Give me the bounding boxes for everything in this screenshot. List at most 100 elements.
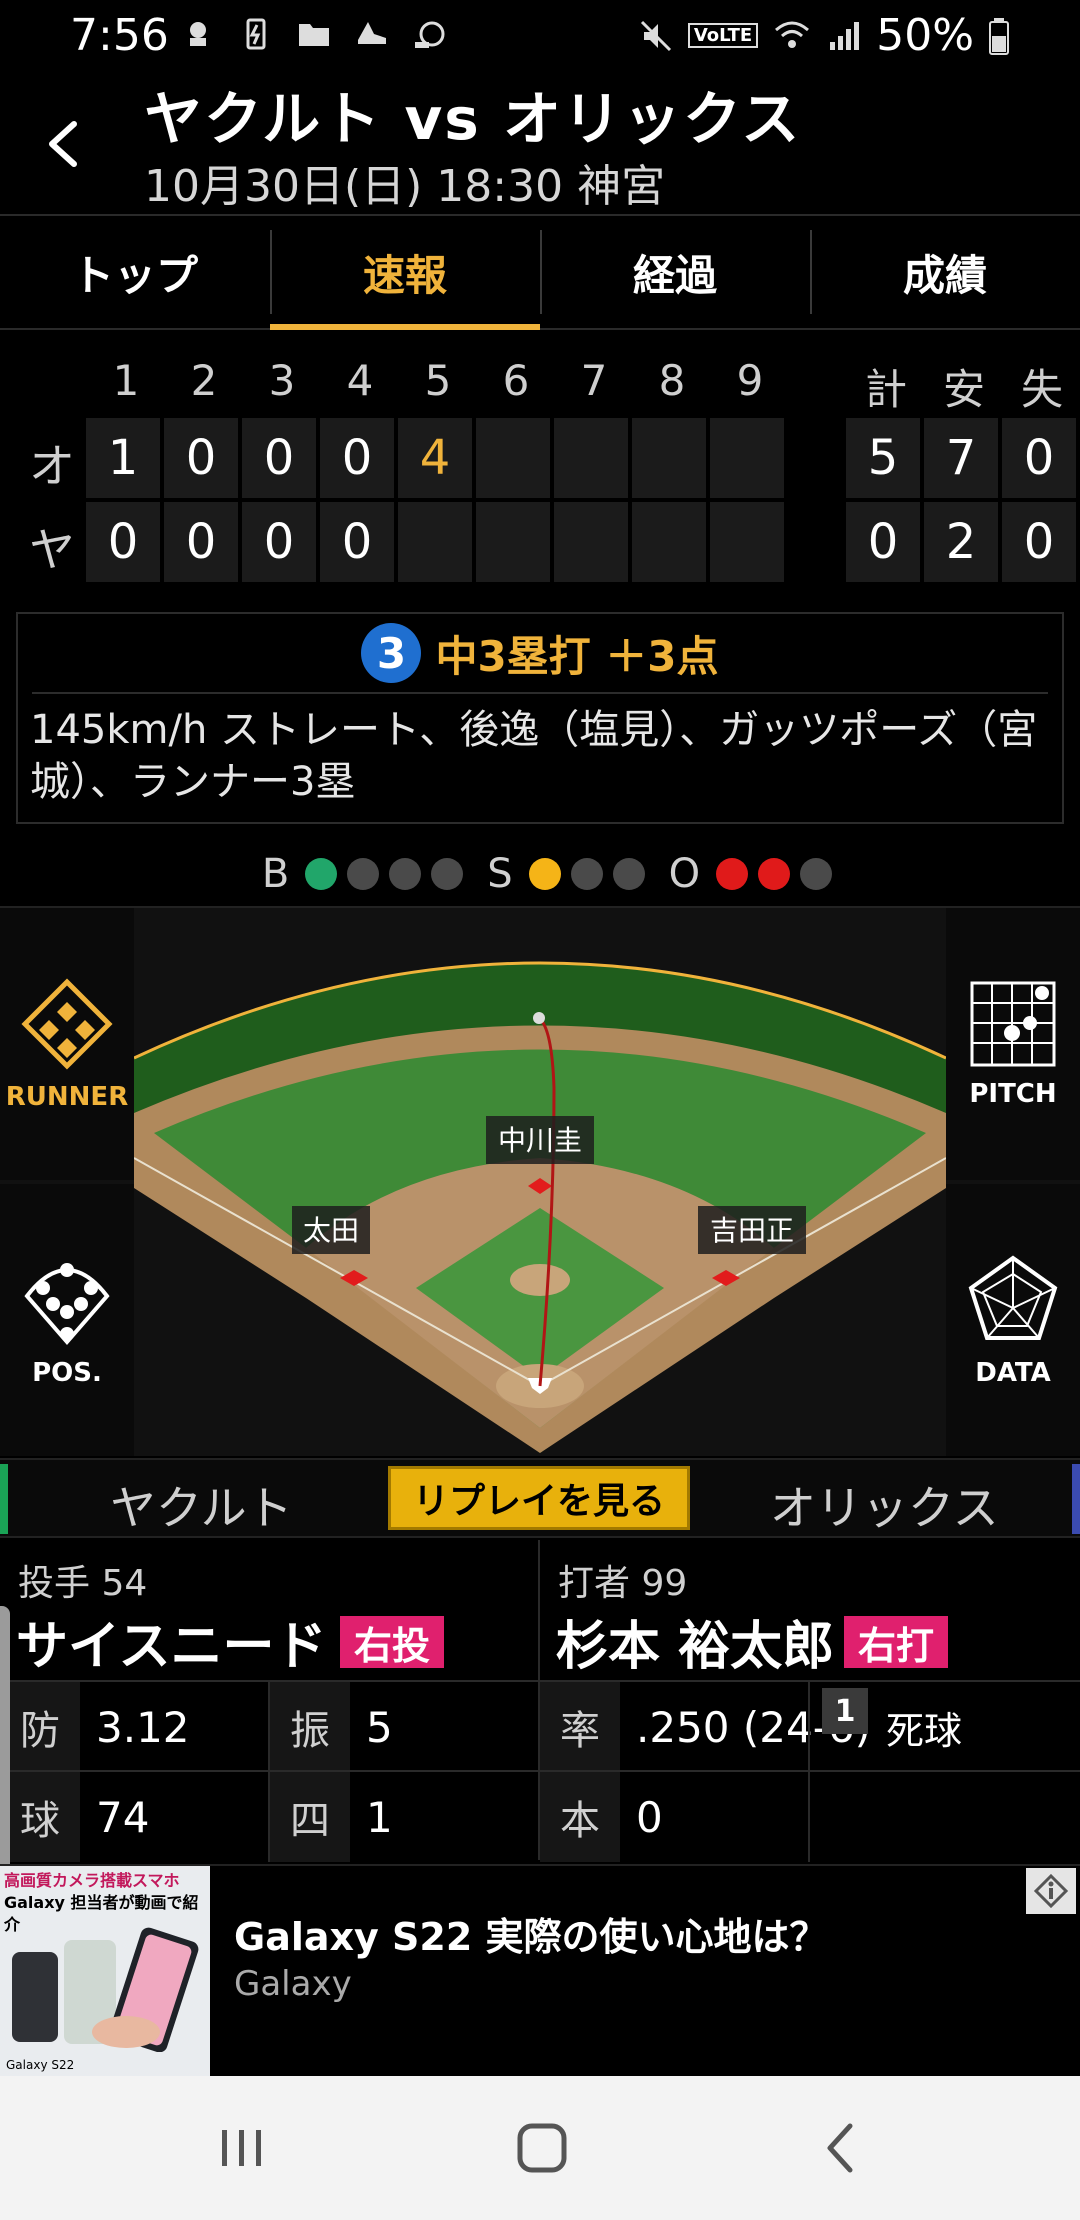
totals-header: 失: [1020, 365, 1063, 414]
stat-key: 防: [0, 1682, 80, 1772]
position-button[interactable]: POS.: [0, 1184, 134, 1456]
fielder-label-center: 中川圭: [486, 1116, 594, 1164]
hit-by-pitch-label: 死球: [886, 1708, 963, 1753]
batter-hand-badge: 右打: [844, 1616, 949, 1668]
pitch-button[interactable]: PITCH: [946, 908, 1080, 1180]
game-header: ヤクルト vs オリックス 10月30日(日) 18:30 神宮: [0, 72, 1080, 214]
wifi-icon: [775, 21, 810, 48]
tab-progress[interactable]: 経過: [540, 216, 810, 328]
away-team-name[interactable]: オリックス: [770, 1472, 999, 1538]
inning-score-cell: 0: [86, 502, 160, 582]
totals-header: 安: [942, 365, 985, 414]
stat-value: 5: [366, 1702, 393, 1752]
pos-label: POS.: [32, 1358, 102, 1388]
total-cell: 2: [924, 502, 998, 582]
inning-header: 3: [268, 356, 296, 405]
stat-key: 振: [270, 1682, 350, 1772]
pitcher-hand-badge: 右投: [340, 1616, 445, 1668]
ad-sponsor: Galaxy: [234, 1964, 352, 2004]
ad-choices-icon[interactable]: [1026, 1868, 1076, 1914]
mute-icon: [640, 20, 671, 51]
inning-header: 9: [736, 356, 764, 405]
signal-icon: [830, 21, 860, 50]
ad-image[interactable]: 高画質カメラ搭載スマホ Galaxy 担当者が動画で紹介 Galaxy S22: [0, 1866, 210, 2076]
strike-dot: [612, 858, 645, 890]
data-button[interactable]: DATA: [946, 1184, 1080, 1456]
batter-info[interactable]: 打者 99 杉本 裕太郎 右打: [540, 1540, 1080, 1680]
stat-value: 1: [366, 1792, 393, 1842]
inning-score-cell: [554, 418, 628, 498]
stat-key: 球: [0, 1772, 80, 1862]
inning-score-cell: [398, 502, 472, 582]
stat-value: 3.12: [96, 1702, 190, 1752]
battery-saver-icon: [246, 18, 266, 50]
tab-label: 速報: [362, 250, 447, 300]
total-cell: 7: [924, 418, 998, 498]
battery-percent: 50%: [876, 10, 974, 61]
back-arrow-icon[interactable]: [36, 114, 96, 174]
fielder-label-first: 吉田正: [698, 1206, 806, 1254]
matchup-panel: 投手 54 サイスニード 右投 打者 99 杉本 裕太郎 右打 防 3.12 振…: [0, 1540, 1080, 1862]
play-description: 145km/h ストレート、後逸（塩見）、ガッツポーズ（宮城）、ランナー3塁: [30, 707, 1038, 805]
stat-key: 四: [270, 1772, 350, 1862]
inning-score-cell: [476, 502, 550, 582]
fielder-name: 吉田正: [710, 1214, 794, 1247]
pitcher-info[interactable]: 投手 54 サイスニード 右投: [0, 1540, 540, 1680]
out-dot: [716, 858, 749, 890]
totals-header: 計: [864, 365, 907, 414]
home-team-name[interactable]: ヤクルト: [110, 1472, 293, 1538]
fielder-name: 中川圭: [498, 1124, 582, 1157]
out-dot: [800, 858, 833, 890]
runner-diamond-icon: [21, 978, 113, 1070]
tab-label: トップ: [71, 250, 198, 300]
runner-button[interactable]: RUNNER: [0, 908, 134, 1180]
tab-stats[interactable]: 成績: [810, 216, 1080, 328]
ad-title[interactable]: Galaxy S22 実際の使い心地は？: [234, 1906, 828, 1961]
home-icon[interactable]: [506, 2112, 578, 2184]
out-label: O: [668, 851, 701, 897]
inning-score-cell: 0: [242, 418, 316, 498]
recent-apps-icon[interactable]: [206, 2112, 278, 2184]
tab-top[interactable]: トップ: [0, 216, 270, 328]
team-bar: ヤクルト リプレイを見る オリックス: [0, 1458, 1080, 1538]
status-right: VoLTE 50%: [638, 10, 1010, 61]
ball-dot: [305, 858, 338, 890]
game-date-venue: 10月30日(日) 18:30 神宮: [144, 161, 666, 212]
pitchers-mound: [510, 1264, 570, 1296]
notification-icon: [190, 22, 206, 46]
stat-value: 74: [96, 1792, 150, 1842]
tab-live[interactable]: 速報: [270, 216, 540, 330]
inning-header: 6: [502, 356, 530, 405]
pitcher-name: サイスニード: [16, 1617, 327, 1677]
system-nav-bar: [0, 2076, 1080, 2220]
out-dots: [716, 858, 833, 890]
fielder-name: 太田: [303, 1214, 359, 1247]
total-cell: 0: [1002, 418, 1076, 498]
field-area: RUNNER POS. PITCH DATA 中川圭 太田 吉田正: [0, 906, 1080, 1456]
runner-label: RUNNER: [5, 1082, 129, 1112]
ball-label: B: [261, 851, 290, 897]
ball-dot: [347, 858, 380, 890]
pitch-label: PITCH: [969, 1079, 1057, 1109]
inning-header: 1: [112, 356, 140, 405]
team-abbreviation: オ: [29, 439, 75, 493]
replay-button[interactable]: リプレイを見る: [388, 1466, 690, 1530]
tab-label: 成績: [902, 250, 987, 300]
ball-dots: [305, 858, 464, 890]
phones-illustration: [12, 1927, 199, 2052]
inning-score-cell: 0: [320, 502, 394, 582]
inning-score-cell: [710, 502, 784, 582]
inning-score-cell: 4: [398, 418, 472, 498]
strike-dot: [528, 858, 561, 890]
radar-chart-icon: [968, 1255, 1058, 1340]
tab-label: 経過: [632, 250, 717, 300]
info-icon: [1033, 1873, 1069, 1909]
ad-banner[interactable]: 高画質カメラ搭載スマホ Galaxy 担当者が動画で紹介 Galaxy S22 …: [0, 1864, 1080, 2076]
stat-key: 本: [540, 1772, 620, 1862]
inning-score-cell: [476, 418, 550, 498]
latest-play: 3 中3塁打 ＋3点 145km/h ストレート、後逸（塩見）、ガッツポーズ（宮…: [16, 612, 1064, 824]
ball-dot: [431, 858, 464, 890]
total-cell: 0: [1002, 502, 1076, 582]
back-icon[interactable]: [806, 2112, 878, 2184]
baseball-field: 中川圭 太田 吉田正: [134, 961, 946, 1453]
